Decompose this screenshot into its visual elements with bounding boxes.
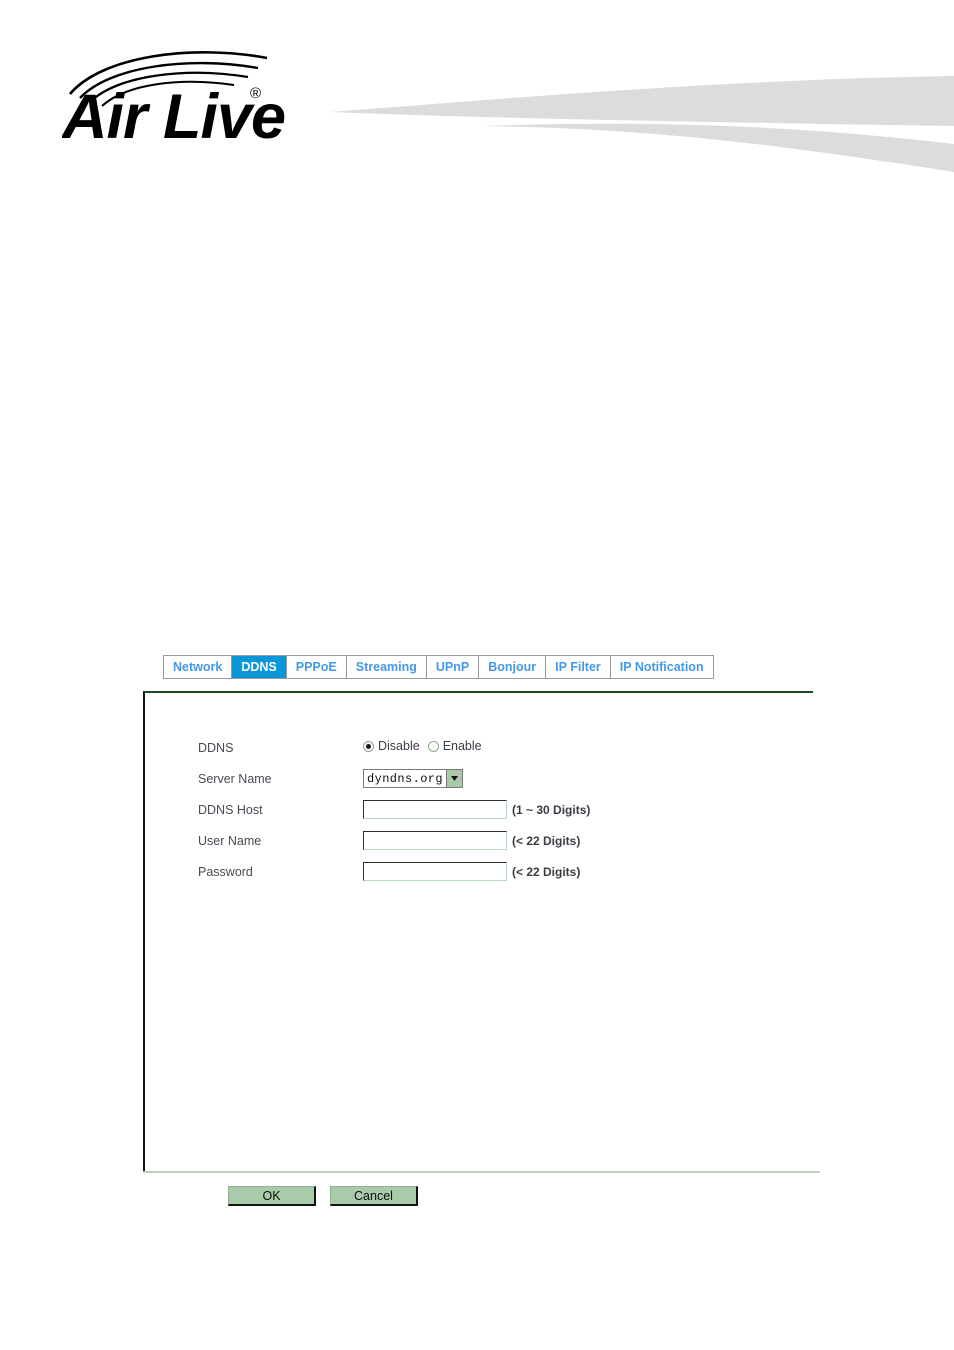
tab-bonjour[interactable]: Bonjour xyxy=(479,656,547,678)
ddns-host-field: (1 ~ 30 Digits) xyxy=(363,800,590,819)
server-name-select[interactable]: dyndns.org xyxy=(363,769,464,788)
ddns-host-input[interactable] xyxy=(363,800,507,819)
cancel-button[interactable]: Cancel xyxy=(330,1186,418,1206)
ddns-host-label: DDNS Host xyxy=(198,803,263,817)
server-name-field: dyndns.org xyxy=(363,769,464,788)
settings-tab-bar: Network DDNS PPPoE Streaming UPnP Bonjou… xyxy=(163,655,714,679)
panel-bottom-divider xyxy=(143,1171,820,1173)
ddns-label: DDNS xyxy=(198,741,234,755)
tab-ddns[interactable]: DDNS xyxy=(232,656,287,678)
server-name-select-value: dyndns.org xyxy=(367,771,444,786)
airlive-logo: Air Live ® xyxy=(60,46,302,152)
form-row-user-name: User Name (< 22 Digits) xyxy=(198,831,798,853)
form-row-ddns-host: DDNS Host (1 ~ 30 Digits) xyxy=(198,800,798,822)
form-row-password: Password (< 22 Digits) xyxy=(198,862,798,884)
airlive-logo-icon: Air Live ® xyxy=(60,51,286,152)
ddns-host-hint: (1 ~ 30 Digits) xyxy=(512,802,591,817)
form-row-ddns: DDNS Disable Enable xyxy=(198,738,798,760)
form-actions: OK Cancel xyxy=(228,1186,418,1206)
ddns-settings-form: DDNS Disable Enable Server Name dyndns.o… xyxy=(198,738,798,893)
radio-unselected-icon[interactable] xyxy=(427,740,439,752)
password-field: (< 22 Digits) xyxy=(363,862,580,881)
user-name-label: User Name xyxy=(198,834,262,848)
form-row-server-name: Server Name dyndns.org xyxy=(198,769,798,791)
ddns-field: Disable Enable xyxy=(363,738,482,753)
user-name-hint: (< 22 Digits) xyxy=(512,833,581,848)
user-name-input[interactable] xyxy=(363,831,507,850)
password-hint: (< 22 Digits) xyxy=(512,864,581,879)
ddns-radio-disable[interactable]: Disable xyxy=(363,739,420,753)
ddns-radio-disable-label: Disable xyxy=(378,739,420,753)
tab-upnp[interactable]: UPnP xyxy=(426,656,480,678)
tab-pppoe[interactable]: PPPoE xyxy=(286,656,347,678)
tab-network[interactable]: Network xyxy=(164,656,233,678)
password-label: Password xyxy=(198,865,253,879)
header-swoosh-graphic xyxy=(330,52,954,182)
swoosh-icon xyxy=(330,76,954,172)
ddns-radio-enable[interactable]: Enable xyxy=(427,739,482,753)
ddns-radio-group: Disable Enable xyxy=(363,738,482,753)
chevron-down-icon[interactable] xyxy=(446,770,463,787)
radio-selected-icon[interactable] xyxy=(363,740,374,752)
ddns-radio-enable-label: Enable xyxy=(442,739,482,753)
password-input[interactable] xyxy=(363,862,507,881)
server-name-label: Server Name xyxy=(198,772,272,786)
tab-streaming[interactable]: Streaming xyxy=(346,656,427,678)
ok-button[interactable]: OK xyxy=(228,1186,316,1206)
tab-ip-filter[interactable]: IP Filter xyxy=(546,656,611,678)
tab-ip-notification[interactable]: IP Notification xyxy=(610,656,713,678)
user-name-field: (< 22 Digits) xyxy=(363,831,580,850)
svg-text:®: ® xyxy=(250,85,261,102)
page-header: Air Live ® xyxy=(0,0,954,190)
